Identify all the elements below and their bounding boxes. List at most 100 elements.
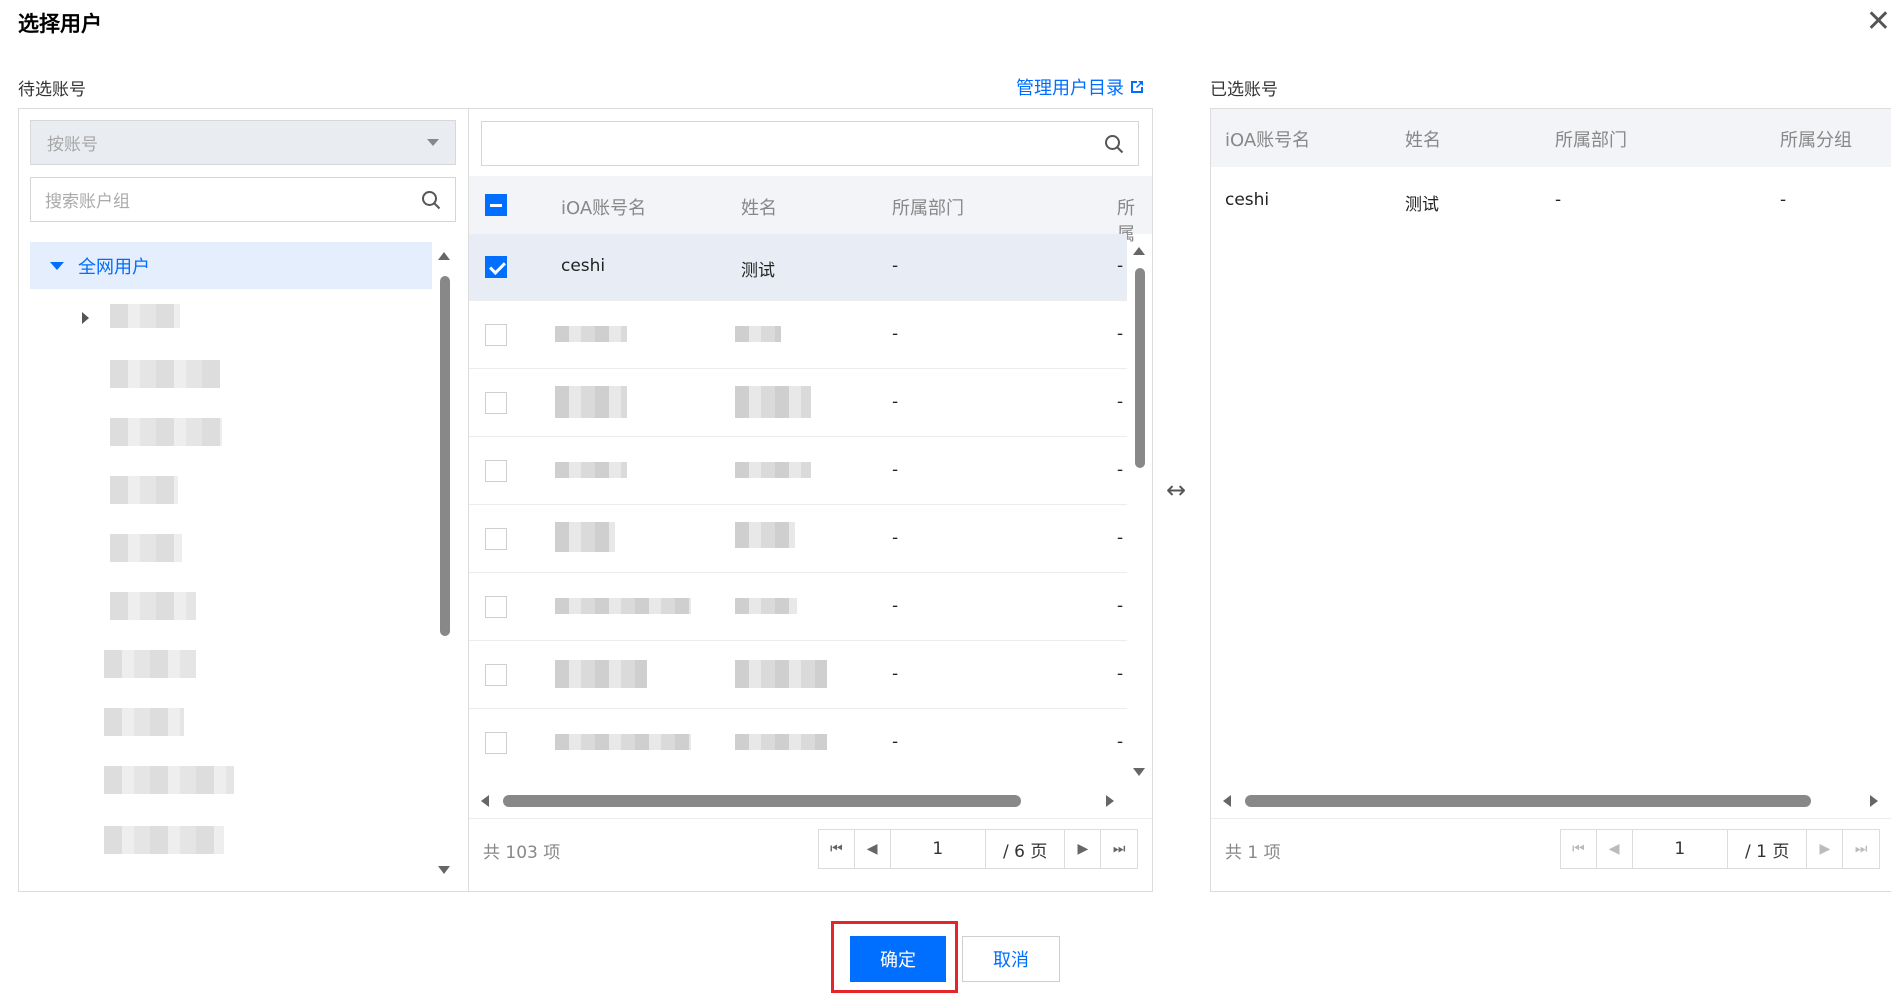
group-search-placeholder: 搜索账户组: [45, 192, 130, 212]
blurred-name: [735, 386, 811, 418]
cell-name: 测试: [741, 261, 775, 281]
prev-page-button[interactable]: ◀: [1597, 830, 1633, 868]
row-checkbox[interactable]: [485, 256, 507, 278]
last-page-button[interactable]: ⏭: [1101, 830, 1137, 868]
scroll-down-arrow[interactable]: [1133, 768, 1145, 776]
page-input[interactable]: 1: [891, 830, 986, 868]
row-checkbox[interactable]: [485, 596, 507, 618]
col-account[interactable]: iOA账号名: [561, 194, 646, 220]
col-dept[interactable]: 所属部门: [1555, 126, 1627, 152]
close-icon[interactable]: ✕: [1861, 6, 1891, 38]
row-checkbox[interactable]: [485, 460, 507, 482]
col-account[interactable]: iOA账号名: [1225, 126, 1310, 152]
next-page-button[interactable]: ▶: [1065, 830, 1102, 868]
scroll-down-arrow[interactable]: [438, 866, 450, 874]
next-page-icon: ▶: [1077, 841, 1089, 857]
tree-node[interactable]: [110, 534, 182, 562]
cell-dept: -: [892, 324, 899, 344]
scroll-right-arrow[interactable]: [1870, 795, 1878, 807]
blurred-name: [735, 462, 811, 478]
blurred-name: [735, 660, 827, 688]
table-row[interactable]: - -: [469, 302, 1127, 369]
tree-node[interactable]: [110, 304, 180, 328]
cancel-button[interactable]: 取消: [962, 936, 1060, 982]
cell-dept: -: [892, 664, 899, 684]
external-link-icon: [1131, 81, 1143, 93]
row-checkbox[interactable]: [485, 664, 507, 686]
page-input-value: 1: [1674, 839, 1686, 859]
tree-node[interactable]: [110, 360, 220, 388]
cell-dept: -: [892, 596, 899, 616]
scroll-up-arrow[interactable]: [438, 252, 450, 260]
selected-label: 已选账号: [1210, 80, 1278, 100]
row-checkbox[interactable]: [485, 392, 507, 414]
table-row[interactable]: ceshi 测试 - -: [1211, 168, 1891, 234]
tree-node[interactable]: [110, 418, 222, 446]
prev-page-button[interactable]: ◀: [855, 830, 891, 868]
divider: [469, 818, 1152, 819]
tree-node[interactable]: [104, 650, 196, 678]
filter-select[interactable]: 按账号: [30, 120, 456, 165]
tree-node-root[interactable]: 全网用户: [30, 242, 432, 289]
select-all-checkbox[interactable]: [485, 194, 507, 216]
cell-dept: -: [892, 392, 899, 412]
tree-node[interactable]: [110, 592, 196, 620]
row-checkbox[interactable]: [485, 324, 507, 346]
cell-group: -: [1117, 256, 1124, 276]
scroll-right-arrow[interactable]: [1106, 795, 1114, 807]
table-hscrollbar-thumb[interactable]: [503, 795, 1021, 807]
page-input-value: 1: [932, 839, 944, 859]
cell-dept: -: [892, 732, 899, 752]
collapse-icon: [50, 261, 64, 270]
selected-hscrollbar-thumb[interactable]: [1245, 795, 1811, 807]
table-row[interactable]: - -: [469, 574, 1127, 641]
blurred-name: [735, 598, 797, 614]
row-checkbox[interactable]: [485, 732, 507, 754]
cell-group: -: [1780, 190, 1787, 210]
cell-dept: -: [1555, 190, 1562, 210]
confirm-button[interactable]: 确定: [850, 936, 946, 982]
tree-node[interactable]: [104, 826, 224, 854]
blurred-account: [555, 522, 615, 552]
last-page-button[interactable]: ⏭: [1843, 830, 1879, 868]
page-count-label: / 6 页: [1003, 841, 1048, 862]
blurred-name: [735, 522, 795, 548]
row-checkbox[interactable]: [485, 528, 507, 550]
scroll-up-arrow[interactable]: [1133, 247, 1145, 255]
next-page-button[interactable]: ▶: [1807, 830, 1844, 868]
table-row[interactable]: ceshi 测试 - -: [469, 234, 1127, 301]
scroll-left-arrow[interactable]: [481, 795, 489, 807]
tree-node[interactable]: [104, 708, 184, 736]
tree-node[interactable]: [110, 476, 178, 504]
page-input[interactable]: 1: [1633, 830, 1728, 868]
col-name[interactable]: 姓名: [741, 194, 777, 220]
tree-node-root-label: 全网用户: [78, 256, 150, 278]
first-page-button[interactable]: ⏮: [819, 830, 855, 868]
page-count-label: / 1 页: [1745, 841, 1790, 862]
group-search-input[interactable]: 搜索账户组: [30, 177, 456, 222]
candidate-label: 待选账号: [18, 80, 86, 100]
col-group[interactable]: 所属分组: [1780, 126, 1852, 152]
table-row[interactable]: - -: [469, 438, 1127, 505]
table-row[interactable]: - -: [469, 370, 1127, 437]
blurred-account: [555, 462, 627, 478]
cell-account: ceshi: [561, 256, 606, 276]
first-page-button[interactable]: ⏮: [1561, 830, 1597, 868]
col-dept[interactable]: 所属部门: [892, 194, 964, 220]
account-search-input[interactable]: [481, 121, 1139, 166]
tree-scrollbar-thumb[interactable]: [440, 276, 450, 636]
page-count: / 1 页: [1728, 830, 1808, 868]
col-name[interactable]: 姓名: [1405, 126, 1441, 152]
tree-node[interactable]: [104, 766, 234, 794]
table-row[interactable]: - -: [469, 506, 1127, 573]
cell-group: -: [1117, 528, 1124, 548]
table-row[interactable]: - -: [469, 710, 1127, 774]
expand-icon[interactable]: [82, 312, 89, 324]
manage-directory-link[interactable]: 管理用户目录: [1016, 74, 1144, 100]
table-row[interactable]: - -: [469, 642, 1127, 709]
scroll-left-arrow[interactable]: [1223, 795, 1231, 807]
search-icon: [1105, 134, 1124, 153]
dialog-title: 选择用户: [18, 12, 102, 36]
next-page-icon: ▶: [1819, 841, 1831, 857]
table-scrollbar-thumb[interactable]: [1135, 268, 1145, 468]
